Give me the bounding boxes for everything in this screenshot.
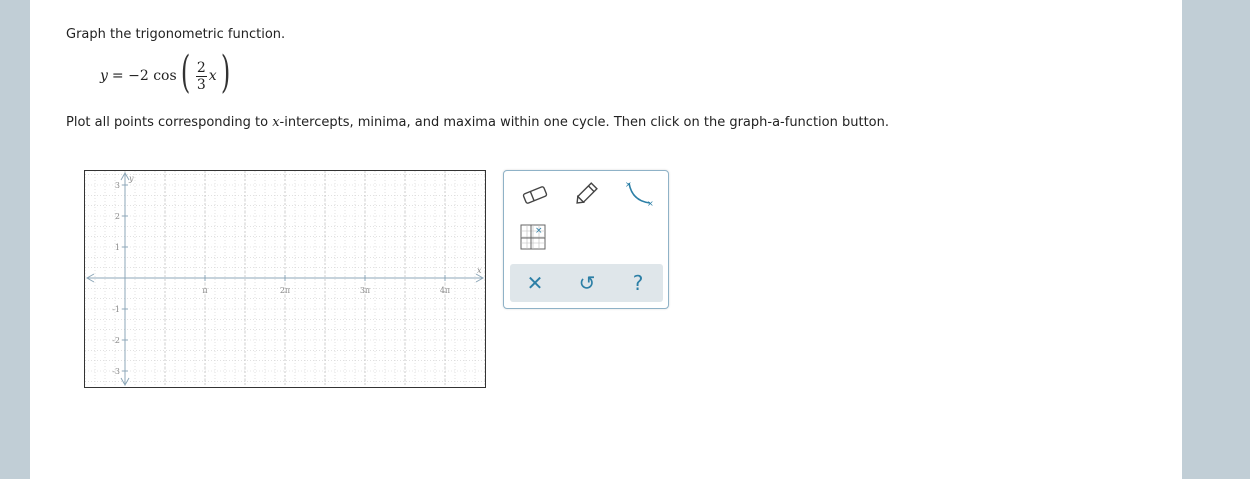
tool-footer: ✕ ↺ ? [510, 264, 663, 302]
plot-instruction-var: x [272, 115, 280, 130]
trig-equation: y = −2 cos ( 2 3 x ) [100, 47, 234, 100]
eraser-tool-button[interactable] [517, 179, 553, 211]
y-tick-label: 1 [115, 243, 120, 252]
question-page: Graph the trigonometric function. y = −2… [30, 0, 1182, 479]
y-tick-label: -3 [112, 367, 120, 376]
svg-text:×: × [647, 199, 654, 207]
y-tick-label: -1 [112, 305, 120, 314]
pencil-tool-button[interactable] [569, 177, 605, 209]
plot-instruction-after: -intercepts, minima, and maxima within o… [279, 115, 889, 130]
left-paren: ( [180, 47, 190, 98]
graphing-area[interactable]: π 2π 3π 4π 3 2 1 -1 -2 -3 x y [84, 170, 486, 388]
x-tick-label: 2π [280, 286, 290, 295]
y-tick-label: 3 [115, 181, 120, 190]
svg-text:×: × [535, 226, 543, 236]
equation-lhs: y [100, 68, 108, 84]
right-paren: ) [220, 47, 230, 98]
fraction-numerator: 2 [195, 59, 207, 77]
plot-instruction-before: Plot all points corresponding to [66, 115, 273, 130]
x-tick-label: 3π [360, 286, 370, 295]
equation-fraction: 2 3 [195, 59, 207, 93]
pencil-icon [576, 182, 598, 204]
y-tick-label: -2 [112, 336, 120, 345]
graph-a-function-button[interactable]: × [515, 221, 551, 253]
help-button[interactable]: ? [622, 267, 654, 299]
tool-panel: × × × ✕ ↺ ? [503, 170, 669, 309]
x-tick-label: 4π [440, 286, 450, 295]
sinusoid-curve-icon: × × [625, 180, 654, 207]
equation-variable: x [208, 68, 217, 84]
fraction-denominator: 3 [196, 76, 206, 93]
y-axis-label: y [128, 174, 134, 183]
question-instruction: Graph the trigonometric function. [66, 27, 286, 42]
graph-a-function-icon: × [520, 224, 546, 250]
undo-button[interactable]: ↺ [571, 267, 603, 299]
curve-tool-button[interactable]: × × [621, 177, 657, 209]
plot-instruction: Plot all points corresponding to x-inter… [66, 115, 889, 130]
equation-coefficient: = −2 cos [111, 68, 177, 84]
svg-text:×: × [625, 180, 632, 189]
x-tick-label: π [202, 286, 207, 295]
graph-canvas[interactable]: π 2π 3π 4π 3 2 1 -1 -2 -3 x y [85, 171, 485, 387]
x-axis-label: x [477, 266, 482, 275]
eraser-icon [522, 186, 548, 204]
clear-button[interactable]: ✕ [519, 267, 551, 299]
y-tick-label: 2 [115, 212, 120, 221]
